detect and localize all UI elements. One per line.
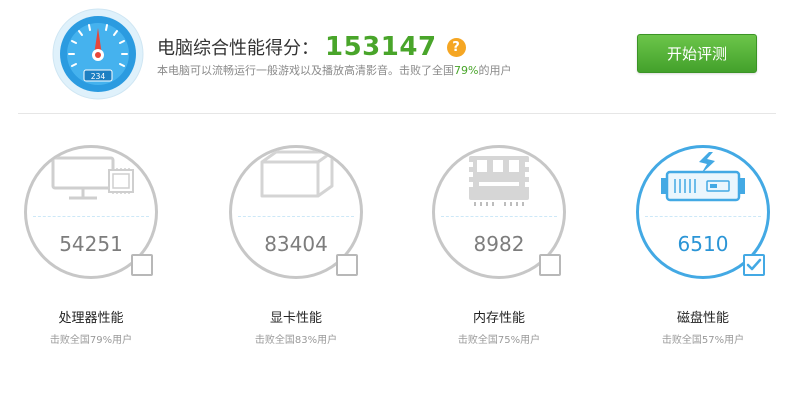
cpu-rank-text: 击败全国79%用户 — [49, 335, 133, 346]
memory-rank-text: 击败全国75%用户 — [457, 335, 541, 346]
cpu-icon — [51, 156, 134, 200]
start-benchmark-button[interactable]: 开始评测 — [637, 34, 757, 73]
memory-icon — [469, 156, 529, 206]
circle-divider — [238, 216, 354, 217]
memory-performance-label: 内存性能 — [472, 311, 525, 326]
score-label: 电脑综合性能得分： — [157, 38, 319, 59]
speedometer-icon: 234 — [52, 8, 144, 100]
circle-divider — [645, 216, 761, 217]
graphics-card-icon — [260, 150, 334, 198]
cpu-checkbox[interactable] — [131, 254, 153, 276]
memory-score-value: 8982 — [473, 232, 525, 256]
disk-performance-label: 磁盘性能 — [676, 311, 729, 326]
graphics-rank-text: 击败全国83%用户 — [254, 335, 338, 346]
score-line: 电脑综合性能得分： 153147 ? — [157, 30, 466, 64]
memory-checkbox[interactable] — [539, 254, 561, 276]
circle-divider — [441, 216, 557, 217]
score-header: 234 电脑综合性能得分： 153147 ? 本电脑可以流畅运行一般游戏以及播放… — [0, 0, 800, 112]
help-icon[interactable]: ? — [446, 37, 466, 57]
desc-percent: 79% — [454, 64, 479, 77]
graphics-score-value: 83404 — [264, 232, 328, 256]
graphics-performance-label: 显卡性能 — [269, 311, 322, 326]
desc-suffix: 的用户 — [478, 64, 512, 77]
cpu-score-value: 54251 — [59, 232, 123, 256]
graphics-checkbox[interactable] — [336, 254, 358, 276]
divider — [18, 113, 776, 114]
score-value: 153147 — [325, 32, 437, 62]
cpu-performance-label: 处理器性能 — [58, 311, 124, 326]
score-description: 本电脑可以流畅运行一般游戏以及播放高清影音。击败了全国79%的用户 — [157, 62, 511, 78]
disk-score-value: 6510 — [677, 232, 729, 256]
hard-disk-icon — [661, 152, 745, 202]
disk-rank-text: 击败全国57%用户 — [661, 335, 745, 346]
checkmark-icon — [746, 258, 762, 271]
gauge-reading: 234 — [91, 72, 106, 81]
desc-prefix: 本电脑可以流畅运行一般游戏以及播放高清影音。击败了全国 — [157, 64, 454, 77]
circle-divider — [33, 216, 149, 217]
disk-checkbox[interactable] — [743, 254, 765, 276]
